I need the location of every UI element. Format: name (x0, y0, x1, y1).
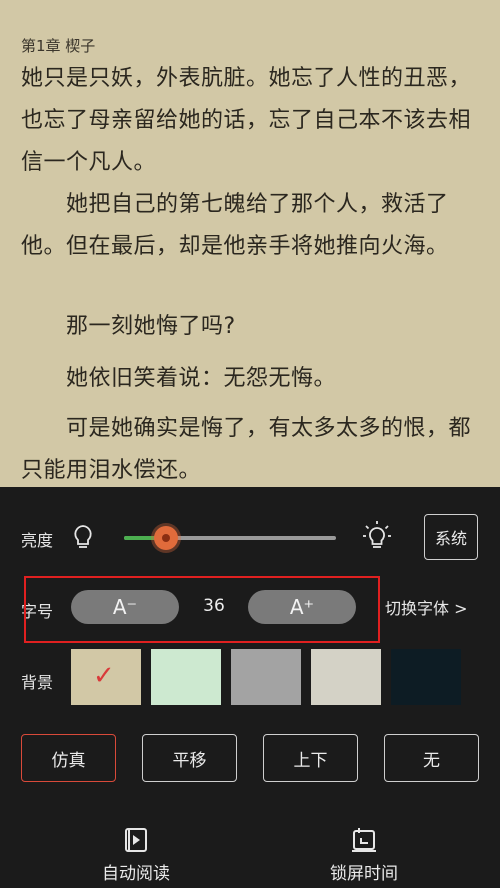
page-turn-slide-button[interactable]: 平移 (142, 734, 237, 782)
background-swatch-green[interactable] (151, 649, 221, 705)
paragraph-4: 她依旧笑着说：无怨无悔。 (21, 366, 337, 391)
page-turn-simulation-button[interactable]: 仿真 (21, 734, 116, 782)
lock-timer-icon (304, 827, 424, 853)
page-turn-none-button[interactable]: 无 (384, 734, 479, 782)
auto-read-label: 自动阅读 (102, 864, 170, 884)
play-book-icon (76, 827, 196, 853)
lock-screen-time-label: 锁屏时间 (330, 864, 398, 884)
background-swatch-dark[interactable] (391, 649, 461, 705)
paragraph-5: 可是她确实是悔了，有太多太多的恨，都只能用泪水偿还。 (21, 416, 472, 483)
reading-settings-panel: 亮度 系统 字号 A⁻ 36 A⁺ 切换字体 > 背景 ✓ 仿真 平移 上下 无… (0, 487, 500, 888)
font-size-highlight-box (24, 576, 380, 643)
check-icon: ✓ (93, 661, 115, 691)
lightbulb-icon (72, 524, 94, 554)
background-label: 背景 (21, 673, 54, 692)
paragraph-1: 她只是只妖，外表肮脏。她忘了人性的丑恶，也忘了母亲留给她的话，忘了自己本不该去相… (21, 66, 472, 175)
chapter-title: 第1章 楔子 (21, 37, 96, 55)
paragraph-2: 她把自己的第七魄给了那个人，救活了他。但在最后，却是他亲手将她推向火海。 (21, 192, 449, 259)
brightness-slider-handle[interactable] (154, 526, 179, 550)
background-swatch-gray[interactable] (231, 649, 301, 705)
reader-page[interactable]: 第1章 楔子 她只是只妖，外表肮脏。她忘了人性的丑恶，也忘了母亲留给她的话，忘了… (0, 0, 500, 487)
brightness-slider[interactable] (124, 526, 336, 550)
brightness-label: 亮度 (21, 531, 54, 550)
system-brightness-button[interactable]: 系统 (424, 514, 478, 560)
background-swatch-light[interactable] (311, 649, 381, 705)
background-swatch-beige[interactable]: ✓ (71, 649, 141, 705)
auto-read-button[interactable]: 自动阅读 (76, 827, 196, 884)
paragraph-3: 那一刻她悔了吗? (21, 314, 236, 339)
lightbulb-bright-icon (362, 520, 392, 556)
page-turn-scroll-button[interactable]: 上下 (263, 734, 358, 782)
switch-font-link[interactable]: 切换字体 > (385, 595, 468, 619)
lock-screen-time-button[interactable]: 锁屏时间 (304, 827, 424, 884)
